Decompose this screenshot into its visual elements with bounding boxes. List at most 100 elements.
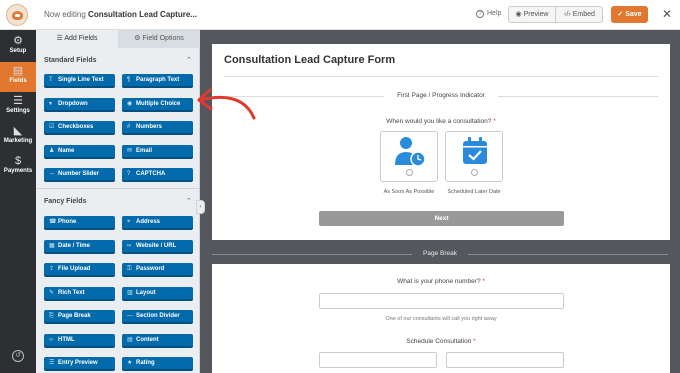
field-button-rich-text[interactable]: ✎ Rich Text — [44, 286, 115, 301]
field-button-label: Rich Text — [58, 289, 85, 296]
field-button-label: Dropdown — [58, 100, 88, 107]
next-button[interactable]: Next — [319, 211, 564, 226]
sidebar-item-setup[interactable]: ⚙ Setup — [0, 32, 36, 62]
sidebar-item-marketing[interactable]: ◣ Marketing — [0, 122, 36, 152]
help-icon: ? — [476, 10, 484, 18]
fancy-fields-heading[interactable]: Fancy Fields — [44, 198, 86, 205]
field-button-paragraph-text[interactable]: ¶ Paragraph Text — [122, 74, 193, 88]
field-button-numbers[interactable]: # Numbers — [122, 121, 193, 135]
single-line-text-icon: T — [49, 77, 53, 83]
form-name: Consultation Lead Capture... — [88, 10, 197, 19]
embed-button[interactable]: ‹/› Embed — [556, 7, 603, 22]
field-button-rating[interactable]: ★ Rating — [122, 357, 193, 371]
choice-scheduled[interactable] — [445, 131, 503, 182]
page-break-divider[interactable]: Page Break — [200, 247, 680, 261]
wpforms-logo — [6, 4, 28, 26]
phone-question[interactable]: What is your phone number? * — [212, 278, 670, 285]
sidebar-label: Fields — [9, 78, 27, 84]
radio-asap[interactable] — [406, 169, 413, 176]
field-button-label: Numbers — [136, 124, 163, 130]
editing-title: Now editing Consultation Lead Capture... — [44, 10, 197, 19]
section-divider-icon: — — [127, 313, 133, 319]
field-button-html[interactable]: ‹› HTML — [44, 333, 115, 348]
field-button-layout[interactable]: ▥ Layout — [122, 286, 193, 301]
close-icon[interactable]: ✕ — [662, 7, 672, 21]
form-page-two: What is your phone number? * One of our … — [212, 264, 670, 373]
phone-input[interactable] — [319, 293, 564, 309]
form-title: Consultation Lead Capture Form — [224, 54, 396, 66]
editing-prefix: Now editing — [44, 10, 86, 19]
sidebar-label: Payments — [3, 168, 33, 174]
field-button-label: CAPTCHA — [136, 171, 166, 177]
page-break-icon: ⎘ — [49, 313, 54, 319]
layout-icon: ▥ — [127, 289, 133, 296]
address-icon: ⌖ — [127, 219, 131, 225]
consultation-question[interactable]: When would you like a consultation? * — [212, 118, 670, 125]
rich-text-icon: ✎ — [49, 289, 55, 296]
help-label: Help — [487, 10, 502, 17]
field-button-website-url[interactable]: ∞ Website / URL — [122, 239, 193, 254]
page-indicator[interactable]: First Page / Progress Indicator — [212, 92, 670, 99]
dropdown-icon: ▾ — [49, 100, 53, 107]
preview-embed-group: ◉ Preview ‹/› Embed — [508, 6, 603, 23]
history-icon[interactable]: ↺ — [12, 350, 24, 362]
field-button-label: Date / Time — [58, 242, 90, 249]
tab-add-fields[interactable]: ☰ Add Fields — [36, 30, 118, 48]
chevron-up-icon[interactable]: ⌃ — [186, 56, 192, 64]
checkboxes-icon: ☑ — [49, 124, 55, 130]
field-button-number-slider[interactable]: ⇔ Number Slider — [44, 168, 115, 182]
radio-scheduled[interactable] — [471, 169, 478, 176]
fields-icon: ▤ — [12, 65, 24, 77]
field-button-single-line-text[interactable]: T Single Line Text — [44, 74, 115, 88]
field-button-phone[interactable]: ☎ Phone — [44, 216, 115, 230]
preview-button[interactable]: ◉ Preview — [509, 7, 556, 22]
field-button-label: Multiple Choice — [136, 100, 181, 107]
field-button-label: Website / URL — [136, 242, 177, 249]
eye-icon: ◉ — [515, 11, 524, 18]
numbers-icon: # — [127, 124, 131, 130]
schedule-date-input[interactable] — [319, 352, 437, 368]
help-link[interactable]: ? Help — [476, 10, 501, 18]
tab-label: Field Options — [142, 35, 184, 42]
field-button-password[interactable]: ⚿ Password — [122, 263, 193, 277]
field-button-checkboxes[interactable]: ☑ Checkboxes — [44, 121, 115, 135]
field-button-name[interactable]: ♟ Name — [44, 144, 115, 159]
preview-label: Preview — [523, 11, 549, 18]
schedule-time-input[interactable] — [446, 352, 564, 368]
user-clock-icon — [395, 137, 426, 167]
save-button[interactable]: ✓ Save — [611, 6, 648, 23]
field-button-captcha[interactable]: ? CAPTCHA — [122, 168, 193, 182]
form-preview-canvas: Consultation Lead Capture Form First Pag… — [200, 30, 680, 373]
name-icon: ♟ — [49, 147, 55, 154]
chevron-up-icon[interactable]: ⌃ — [186, 197, 192, 205]
field-button-dropdown[interactable]: ▾ Dropdown — [44, 97, 115, 112]
sidebar-item-payments[interactable]: $ Payments — [0, 152, 36, 182]
field-button-label: Content — [136, 336, 159, 343]
password-icon: ⚿ — [127, 266, 132, 272]
field-button-address[interactable]: ⌖ Address — [122, 216, 193, 230]
field-button-page-break[interactable]: ⎘ Page Break — [44, 310, 115, 324]
field-button-multiple-choice[interactable]: ◉ Multiple Choice — [122, 97, 193, 112]
field-button-file-upload[interactable]: ⇪ File Upload — [44, 263, 115, 277]
question-label: Schedule Consultation — [406, 338, 472, 345]
choice-asap[interactable] — [380, 131, 438, 182]
schedule-question[interactable]: Schedule Consultation * — [212, 338, 670, 345]
collapse-panel-handle[interactable]: ‹ — [196, 200, 205, 214]
field-button-label: Page Break — [58, 313, 91, 319]
standard-fields-heading[interactable]: Standard Fields — [44, 57, 97, 64]
sidebar-item-settings[interactable]: ☰ Settings — [0, 92, 36, 122]
tab-field-options[interactable]: ⚙ Field Options — [118, 30, 200, 48]
field-button-email[interactable]: ✉ Email — [122, 144, 193, 159]
field-button-label: Rating — [136, 360, 155, 366]
field-button-content[interactable]: ▤ Content — [122, 333, 193, 348]
calendar-check-icon — [463, 137, 487, 164]
field-button-label: Number Slider — [58, 171, 100, 177]
field-button-label: Section Divider — [136, 313, 180, 319]
captcha-icon: ? — [127, 171, 131, 177]
top-bar: Now editing Consultation Lead Capture...… — [0, 0, 680, 30]
field-button-section-divider[interactable]: — Section Divider — [122, 310, 193, 324]
field-button-entry-preview[interactable]: ☰ Entry Preview — [44, 357, 115, 371]
annotation-arrow-icon — [197, 88, 256, 120]
field-button-date-time[interactable]: ▦ Date / Time — [44, 239, 115, 254]
sidebar-item-fields[interactable]: ▤ Fields — [0, 62, 36, 92]
